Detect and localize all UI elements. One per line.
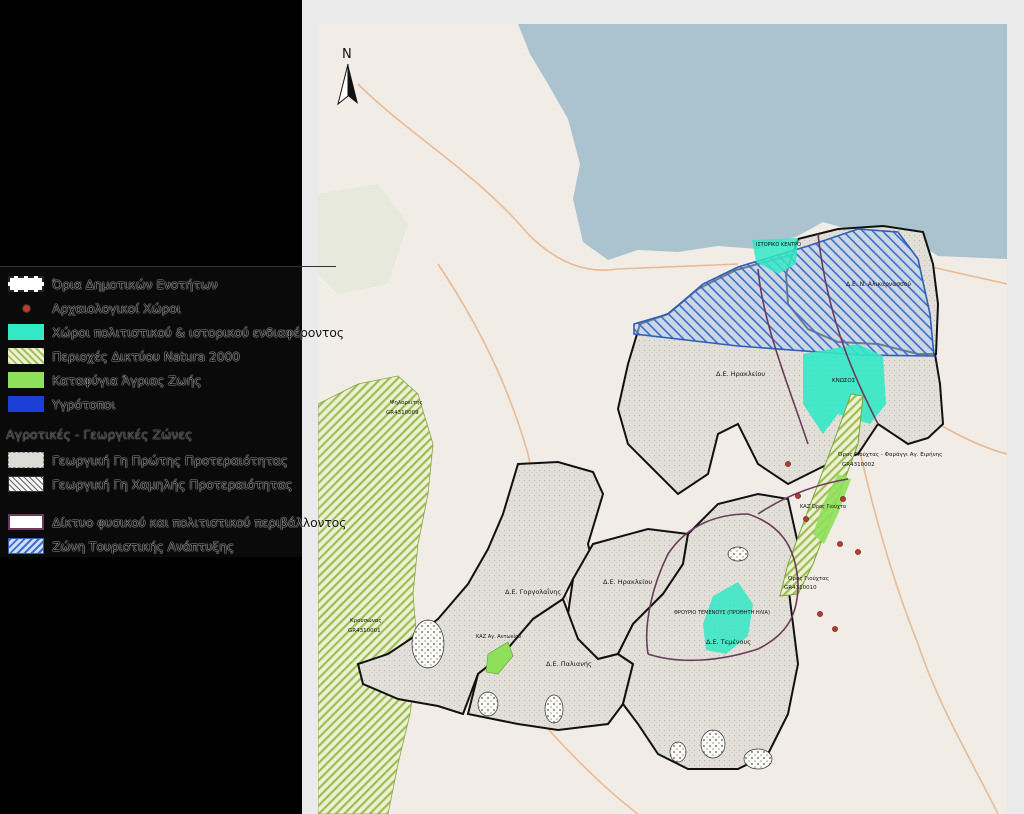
label-natura-krousonas: Κρουσώνας [350,617,382,624]
legend-label: Περιοχές Δικτύου Natura 2000 [52,348,240,364]
legend-agri-heading: Αγροτικές - Γεωργικές Ζώνες [6,427,193,442]
cultural-swatch [8,324,44,340]
label-kaz: ΚΑΖ Αγ. Αντωνίου [476,633,521,640]
legend-label: Όρια Δημοτικών Ενοτήτων [52,276,218,292]
label-alikarnassos: Δ.Ε. Ν. Αλικαρνασσού [846,281,911,288]
label-natura-krousonas-code: GR4310001 [348,628,381,634]
map-canvas[interactable]: N Δ.Ε. Ηρακλείου Δ.Ε. Ν. Αλικαρνασσού Δ.… [318,24,1007,814]
legend-item-refuge: Καταφύγια Άγριας Ζωής [0,371,202,389]
legend-item-tourism: Ζώνη Τουριστικής Ανάπτυξης [0,537,234,555]
label-kaz-giouchta: ΚΑΖ Όρος Γιούχτα [800,503,847,510]
label-natura-giouchta-farangi: Όρος Γιούχτας - Φαράγγι Αγ. Ειρήνης [837,451,942,458]
legend-item-network: Δίκτυο φυσικού και πολιτιστικού περιβάλλ… [0,513,346,531]
legend-item-agri-first: Γεωργική Γη Πρώτης Προτεραιότητας [0,451,288,469]
legend-item-boundaries: Όρια Δημοτικών Ενοτήτων [0,275,218,293]
map-frame: N Δ.Ε. Ηρακλείου Δ.Ε. Ν. Αλικαρνασσού Δ.… [302,0,1024,814]
label-historic-center: ΙΣΤΟΡΙΚΟ ΚΕΝΤΡΟ [756,242,801,248]
legend-item-agri-low: Γεωργική Γη Χαμηλής Προτεραιότητας [0,475,292,493]
natura-swatch [8,348,44,364]
legend-label: Υγρότοποι [52,396,116,412]
wetland-swatch [8,396,44,412]
agri-first-swatch [8,452,44,468]
legend-item-wetland: Υγρότοποι [0,395,116,413]
label-natura-psiloritis: Ψηλορείτης [390,399,423,406]
legend-item-natura: Περιοχές Δικτύου Natura 2000 [0,347,240,365]
legend-label: Αρχαιολογικοί Χώροι [52,300,181,316]
network-swatch [8,514,44,530]
label-temenos: Δ.Ε. Τεμένους [706,638,751,646]
label-knossos: ΚΝΩΣΟΣ [832,378,856,384]
tourism-swatch [8,538,44,554]
map-legend: Όρια Δημοτικών Ενοτήτων Αρχαιολογικοί Χώ… [0,266,346,557]
label-natura-psiloritis-code: GR4310009 [386,410,419,416]
legend-label: Δίκτυο φυσικού και πολιτιστικού περιβάλλ… [52,514,347,530]
legend-item-arch: Αρχαιολογικοί Χώροι [0,299,181,317]
legend-label: Ζώνη Τουριστικής Ανάπτυξης [52,538,234,554]
label-natura-giouchta-farangi-code: GR4310002 [842,462,875,468]
arch-site-icon [8,300,44,316]
north-label: N [342,47,352,62]
legend-label: Γεωργική Γη Πρώτης Προτεραιότητας [52,452,288,468]
label-natura-giouchtas: Όρος Γιούχτας [787,575,829,582]
legend-label: Γεωργική Γη Χαμηλής Προτεραιότητας [52,476,293,492]
legend-item-cultural: Χώροι πολιτιστικού & ιστορικού ενδιαφέρο… [0,323,344,341]
label-fortress: ΦΡΟΥΡΙΟ ΤΕΜΕΝΟΥΣ (ΠΡΟΘΗΤΗ ΗΛΙΑ) [674,610,770,616]
boundary-swatch [8,276,44,292]
label-natura-giouchtas-code: GR4310010 [784,585,817,591]
label-heraklion-south: Δ.Ε. Ηρακλείου [603,578,652,586]
label-paliani: Δ.Ε. Παλιανής [546,660,592,668]
label-gorgolaini: Δ.Ε. Γοργολαΐνης [505,587,561,596]
refuge-swatch [8,372,44,388]
legend-label: Χώροι πολιτιστικού & ιστορικού ενδιαφέρο… [52,324,344,340]
agri-low-swatch [8,476,44,492]
legend-label: Καταφύγια Άγριας Ζωής [52,372,202,388]
label-heraklion-main: Δ.Ε. Ηρακλείου [716,370,765,378]
sea-area [518,24,1007,260]
